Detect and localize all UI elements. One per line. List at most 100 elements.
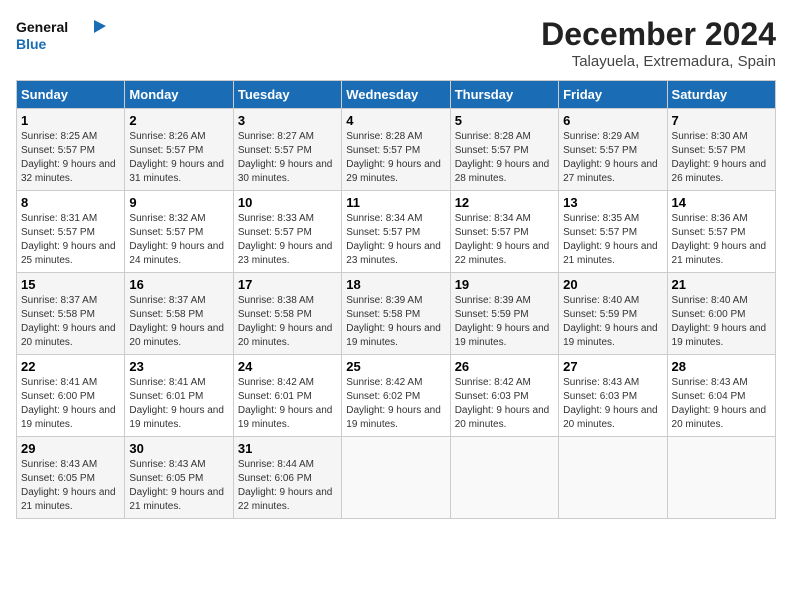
calendar-cell: 13 Sunrise: 8:35 AM Sunset: 5:57 PM Dayl…: [559, 191, 667, 273]
calendar-cell: 21 Sunrise: 8:40 AM Sunset: 6:00 PM Dayl…: [667, 273, 775, 355]
day-number: 24: [238, 359, 337, 374]
day-info: Sunrise: 8:36 AM Sunset: 5:57 PM Dayligh…: [672, 212, 771, 268]
sunset-label: Sunset: 6:06 PM: [238, 473, 312, 484]
calendar-cell: 25 Sunrise: 8:42 AM Sunset: 6:02 PM Dayl…: [342, 355, 450, 437]
day-number: 16: [129, 277, 228, 292]
day-info: Sunrise: 8:34 AM Sunset: 5:57 PM Dayligh…: [455, 212, 554, 268]
day-header-sunday: Sunday: [17, 81, 125, 109]
daylight-label: Daylight: 9 hours and 20 minutes.: [129, 323, 224, 348]
daylight-label: Daylight: 9 hours and 25 minutes.: [21, 241, 116, 266]
calendar-cell: [450, 437, 558, 519]
daylight-label: Daylight: 9 hours and 19 minutes.: [346, 405, 441, 430]
sunrise-label: Sunrise: 8:39 AM: [346, 295, 422, 306]
day-number: 28: [672, 359, 771, 374]
sunrise-label: Sunrise: 8:43 AM: [563, 377, 639, 388]
calendar-cell: 4 Sunrise: 8:28 AM Sunset: 5:57 PM Dayli…: [342, 109, 450, 191]
sunset-label: Sunset: 5:58 PM: [346, 309, 420, 320]
day-number: 7: [672, 113, 771, 128]
day-number: 14: [672, 195, 771, 210]
day-number: 5: [455, 113, 554, 128]
sunrise-label: Sunrise: 8:28 AM: [455, 131, 531, 142]
day-info: Sunrise: 8:37 AM Sunset: 5:58 PM Dayligh…: [129, 294, 228, 350]
daylight-label: Daylight: 9 hours and 20 minutes.: [455, 405, 550, 430]
day-header-wednesday: Wednesday: [342, 81, 450, 109]
sunset-label: Sunset: 5:58 PM: [238, 309, 312, 320]
calendar-cell: 14 Sunrise: 8:36 AM Sunset: 5:57 PM Dayl…: [667, 191, 775, 273]
daylight-label: Daylight: 9 hours and 31 minutes.: [129, 159, 224, 184]
day-number: 4: [346, 113, 445, 128]
sunset-label: Sunset: 6:03 PM: [455, 391, 529, 402]
daylight-label: Daylight: 9 hours and 20 minutes.: [672, 405, 767, 430]
sunrise-label: Sunrise: 8:44 AM: [238, 459, 314, 470]
sunset-label: Sunset: 5:57 PM: [129, 227, 203, 238]
sunrise-label: Sunrise: 8:34 AM: [455, 213, 531, 224]
sunrise-label: Sunrise: 8:37 AM: [129, 295, 205, 306]
day-number: 2: [129, 113, 228, 128]
day-info: Sunrise: 8:41 AM Sunset: 6:01 PM Dayligh…: [129, 376, 228, 432]
day-info: Sunrise: 8:43 AM Sunset: 6:04 PM Dayligh…: [672, 376, 771, 432]
day-number: 29: [21, 441, 120, 456]
sunrise-label: Sunrise: 8:40 AM: [563, 295, 639, 306]
sunrise-label: Sunrise: 8:43 AM: [672, 377, 748, 388]
sunrise-label: Sunrise: 8:34 AM: [346, 213, 422, 224]
day-number: 8: [21, 195, 120, 210]
day-number: 23: [129, 359, 228, 374]
sunset-label: Sunset: 5:59 PM: [455, 309, 529, 320]
calendar-cell: 26 Sunrise: 8:42 AM Sunset: 6:03 PM Dayl…: [450, 355, 558, 437]
calendar-cell: 6 Sunrise: 8:29 AM Sunset: 5:57 PM Dayli…: [559, 109, 667, 191]
day-info: Sunrise: 8:41 AM Sunset: 6:00 PM Dayligh…: [21, 376, 120, 432]
daylight-label: Daylight: 9 hours and 29 minutes.: [346, 159, 441, 184]
daylight-label: Daylight: 9 hours and 21 minutes.: [21, 487, 116, 512]
logo-svg: General Blue: [16, 16, 106, 56]
day-info: Sunrise: 8:30 AM Sunset: 5:57 PM Dayligh…: [672, 130, 771, 186]
daylight-label: Daylight: 9 hours and 19 minutes.: [563, 323, 658, 348]
sunrise-label: Sunrise: 8:41 AM: [21, 377, 97, 388]
sunrise-label: Sunrise: 8:42 AM: [238, 377, 314, 388]
sunrise-label: Sunrise: 8:29 AM: [563, 131, 639, 142]
calendar-cell: 9 Sunrise: 8:32 AM Sunset: 5:57 PM Dayli…: [125, 191, 233, 273]
sunset-label: Sunset: 5:57 PM: [238, 145, 312, 156]
svg-text:General: General: [16, 19, 68, 35]
sunset-label: Sunset: 5:57 PM: [346, 227, 420, 238]
day-info: Sunrise: 8:43 AM Sunset: 6:05 PM Dayligh…: [21, 458, 120, 514]
sunrise-label: Sunrise: 8:35 AM: [563, 213, 639, 224]
calendar-cell: 12 Sunrise: 8:34 AM Sunset: 5:57 PM Dayl…: [450, 191, 558, 273]
sunset-label: Sunset: 5:57 PM: [672, 227, 746, 238]
sunrise-label: Sunrise: 8:25 AM: [21, 131, 97, 142]
day-header-tuesday: Tuesday: [233, 81, 341, 109]
daylight-label: Daylight: 9 hours and 26 minutes.: [672, 159, 767, 184]
sunset-label: Sunset: 6:03 PM: [563, 391, 637, 402]
day-info: Sunrise: 8:29 AM Sunset: 5:57 PM Dayligh…: [563, 130, 662, 186]
calendar-cell: 7 Sunrise: 8:30 AM Sunset: 5:57 PM Dayli…: [667, 109, 775, 191]
sunset-label: Sunset: 6:01 PM: [129, 391, 203, 402]
daylight-label: Daylight: 9 hours and 20 minutes.: [563, 405, 658, 430]
day-number: 26: [455, 359, 554, 374]
day-number: 22: [21, 359, 120, 374]
sunset-label: Sunset: 5:57 PM: [563, 145, 637, 156]
calendar-cell: 5 Sunrise: 8:28 AM Sunset: 5:57 PM Dayli…: [450, 109, 558, 191]
daylight-label: Daylight: 9 hours and 19 minutes.: [455, 323, 550, 348]
sunrise-label: Sunrise: 8:30 AM: [672, 131, 748, 142]
sunset-label: Sunset: 5:59 PM: [563, 309, 637, 320]
day-info: Sunrise: 8:42 AM Sunset: 6:03 PM Dayligh…: [455, 376, 554, 432]
day-number: 18: [346, 277, 445, 292]
day-info: Sunrise: 8:43 AM Sunset: 6:03 PM Dayligh…: [563, 376, 662, 432]
sunset-label: Sunset: 5:58 PM: [21, 309, 95, 320]
title-area: December 2024 Talayuela, Extremadura, Sp…: [541, 16, 776, 70]
sunset-label: Sunset: 5:57 PM: [238, 227, 312, 238]
sunrise-label: Sunrise: 8:37 AM: [21, 295, 97, 306]
sunrise-label: Sunrise: 8:27 AM: [238, 131, 314, 142]
sunset-label: Sunset: 5:58 PM: [129, 309, 203, 320]
day-header-friday: Friday: [559, 81, 667, 109]
sunset-label: Sunset: 6:00 PM: [21, 391, 95, 402]
calendar-cell: 8 Sunrise: 8:31 AM Sunset: 5:57 PM Dayli…: [17, 191, 125, 273]
calendar-table: SundayMondayTuesdayWednesdayThursdayFrid…: [16, 80, 776, 519]
sunset-label: Sunset: 6:04 PM: [672, 391, 746, 402]
calendar-cell: 27 Sunrise: 8:43 AM Sunset: 6:03 PM Dayl…: [559, 355, 667, 437]
calendar-cell: 15 Sunrise: 8:37 AM Sunset: 5:58 PM Dayl…: [17, 273, 125, 355]
day-info: Sunrise: 8:32 AM Sunset: 5:57 PM Dayligh…: [129, 212, 228, 268]
sunrise-label: Sunrise: 8:26 AM: [129, 131, 205, 142]
sunrise-label: Sunrise: 8:32 AM: [129, 213, 205, 224]
sunrise-label: Sunrise: 8:43 AM: [21, 459, 97, 470]
day-info: Sunrise: 8:31 AM Sunset: 5:57 PM Dayligh…: [21, 212, 120, 268]
